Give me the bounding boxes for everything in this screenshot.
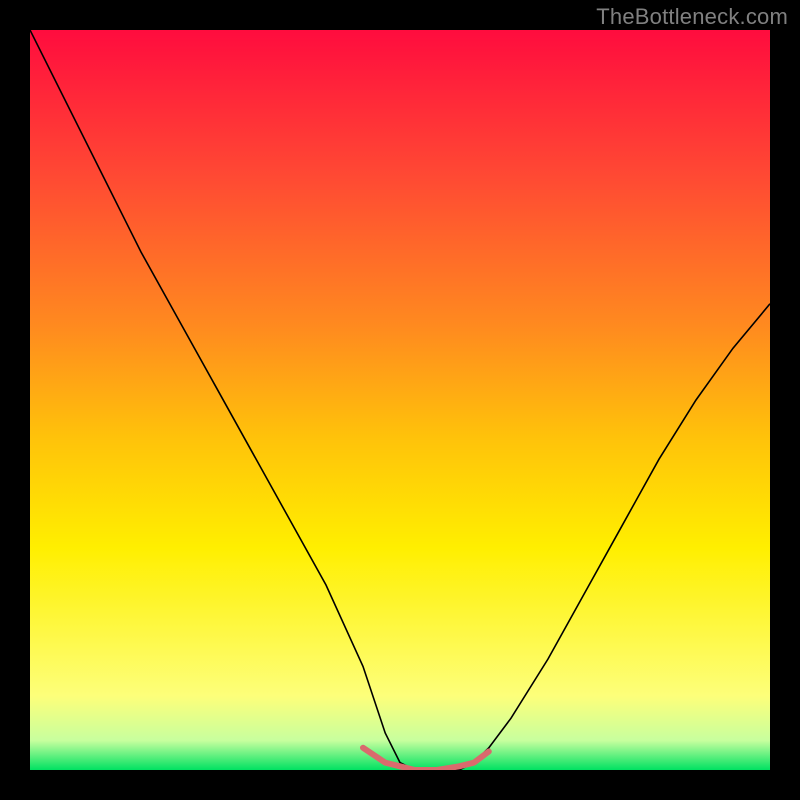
chart-frame: TheBottleneck.com: [0, 0, 800, 800]
watermark-label: TheBottleneck.com: [596, 4, 788, 30]
plot-area: [30, 30, 770, 770]
bottleneck-chart: [30, 30, 770, 770]
gradient-background: [30, 30, 770, 770]
